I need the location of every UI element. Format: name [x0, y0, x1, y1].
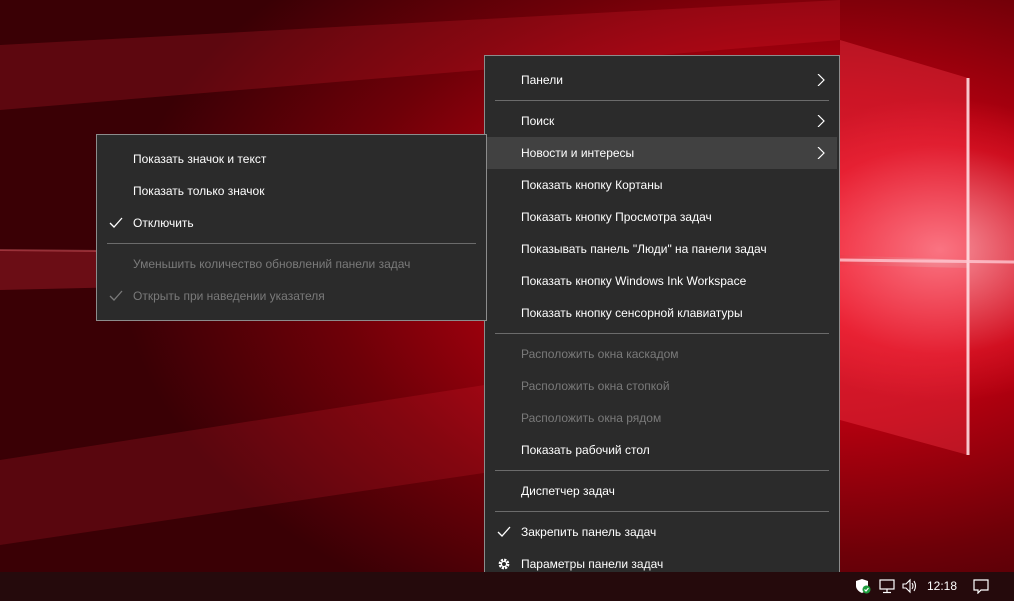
- menu-item-show-cortana-button[interactable]: Показать кнопку Кортаны: [487, 169, 837, 201]
- menu-separator: [495, 470, 829, 471]
- menu-item-label: Расположить окна каскадом: [521, 347, 679, 361]
- menu-item-lock-taskbar[interactable]: Закрепить панель задач: [487, 516, 837, 548]
- menu-item-label: Показать значок и текст: [133, 152, 267, 166]
- submenu-item-turn-off[interactable]: Отключить: [99, 207, 484, 239]
- menu-item-cascade-windows: Расположить окна каскадом: [487, 338, 837, 370]
- menu-item-label: Уменьшить количество обновлений панели з…: [133, 257, 411, 271]
- taskbar-context-menu: Панели Поиск Новости и интересы Показать…: [484, 55, 840, 589]
- menu-item-label: Показать кнопку Просмотра задач: [521, 210, 712, 224]
- chevron-right-icon: [817, 147, 825, 159]
- menu-item-show-people[interactable]: Показывать панель "Люди" на панели задач: [487, 233, 837, 265]
- menu-item-label: Показать кнопку сенсорной клавиатуры: [521, 306, 743, 320]
- menu-item-label: Показать только значок: [133, 184, 265, 198]
- taskbar-clock[interactable]: 12:18: [927, 579, 957, 593]
- menu-item-stack-windows: Расположить окна стопкой: [487, 370, 837, 402]
- menu-item-label: Панели: [521, 73, 563, 87]
- menu-item-label: Параметры панели задач: [521, 557, 664, 571]
- menu-item-label: Показать кнопку Windows Ink Workspace: [521, 274, 747, 288]
- menu-item-task-manager[interactable]: Диспетчер задач: [487, 475, 837, 507]
- menu-item-label: Закрепить панель задач: [521, 525, 657, 539]
- checkmark-icon: [497, 526, 511, 537]
- menu-item-label: Показывать панель "Люди" на панели задач: [521, 242, 767, 256]
- menu-item-side-by-side: Расположить окна рядом: [487, 402, 837, 434]
- checkmark-icon: [109, 290, 123, 301]
- volume-icon[interactable]: [901, 578, 919, 594]
- menu-item-show-task-view-button[interactable]: Показать кнопку Просмотра задач: [487, 201, 837, 233]
- menu-separator: [495, 333, 829, 334]
- menu-separator: [107, 243, 476, 244]
- menu-item-label: Открыть при наведении указателя: [133, 289, 325, 303]
- menu-item-show-desktop[interactable]: Показать рабочий стол: [487, 434, 837, 466]
- windows-security-icon[interactable]: [855, 578, 871, 594]
- menu-separator: [495, 511, 829, 512]
- menu-item-news-and-interests[interactable]: Новости и интересы: [487, 137, 837, 169]
- menu-item-label: Поиск: [521, 114, 555, 128]
- taskbar: 12:18: [0, 572, 1014, 601]
- menu-item-search[interactable]: Поиск: [487, 105, 837, 137]
- submenu-item-reduce-updates: Уменьшить количество обновлений панели з…: [99, 248, 484, 280]
- submenu-item-open-on-hover: Открыть при наведении указателя: [99, 280, 484, 312]
- menu-item-label: Диспетчер задач: [521, 484, 615, 498]
- submenu-item-show-icon-only[interactable]: Показать только значок: [99, 175, 484, 207]
- chevron-right-icon: [817, 74, 825, 86]
- menu-item-label: Показать кнопку Кортаны: [521, 178, 663, 192]
- menu-separator: [495, 100, 829, 101]
- network-icon[interactable]: [878, 578, 896, 594]
- news-and-interests-submenu: Показать значок и текст Показать только …: [96, 134, 487, 321]
- menu-item-label: Отключить: [133, 216, 194, 230]
- menu-item-label: Показать рабочий стол: [521, 443, 650, 457]
- gear-icon: [498, 558, 510, 570]
- chevron-right-icon: [817, 115, 825, 127]
- menu-item-label: Новости и интересы: [521, 146, 635, 160]
- menu-item-label: Расположить окна рядом: [521, 411, 662, 425]
- menu-item-label: Расположить окна стопкой: [521, 379, 670, 393]
- checkmark-icon: [109, 217, 123, 228]
- menu-item-show-ink-workspace[interactable]: Показать кнопку Windows Ink Workspace: [487, 265, 837, 297]
- submenu-item-show-icon-and-text[interactable]: Показать значок и текст: [99, 143, 484, 175]
- menu-item-show-touch-keyboard[interactable]: Показать кнопку сенсорной клавиатуры: [487, 297, 837, 329]
- menu-item-panels[interactable]: Панели: [487, 64, 837, 96]
- action-center-icon[interactable]: [972, 578, 990, 594]
